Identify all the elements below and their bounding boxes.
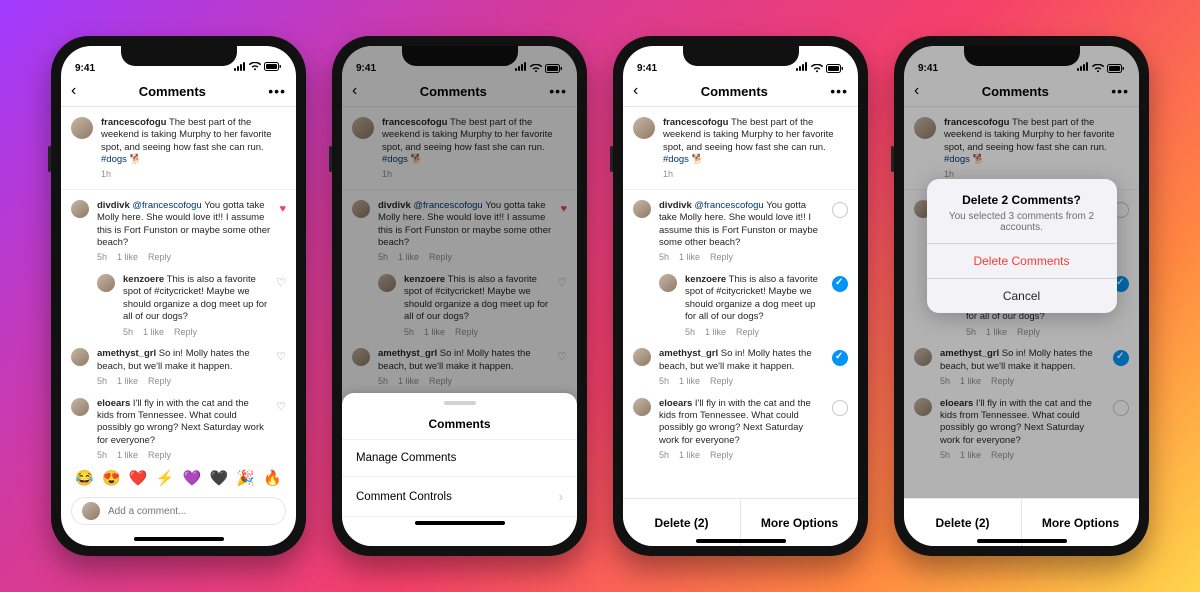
comment-row[interactable]: divdivk @francescofogu You gotta take Mo… [61,194,296,268]
avatar[interactable] [71,200,89,218]
emoji-button[interactable]: 🎉 [236,469,255,487]
post-author[interactable]: francescofogu [101,117,166,128]
navbar: ‹ Comments ••• [623,76,858,107]
home-indicator[interactable] [696,539,786,543]
comment-input[interactable] [108,506,275,517]
phone-frame-3: 9:41 ‹ Comments ••• francescofogu The be… [613,36,868,556]
emoji-button[interactable]: ⚡ [156,469,175,487]
action-sheet: Comments Manage Comments Comment Control… [342,393,577,546]
select-toggle[interactable] [832,400,848,416]
alert-cancel-button[interactable]: Cancel [927,278,1117,313]
like-icon[interactable]: ♡ [276,276,286,290]
screen-2: 9:41 ‹ Comments ••• francescofogu The be… [342,46,577,546]
more-options-button[interactable]: ••• [268,83,286,99]
phone-frame-4: 9:41 ‹ Comments ••• francescofogu The be… [894,36,1149,556]
notch [683,46,799,66]
signal-icon [234,62,246,74]
home-indicator[interactable] [134,537,224,541]
comment-author[interactable]: amethyst_grl [97,348,156,359]
mention[interactable]: @francescofogu [132,200,201,211]
delete-alert: Delete 2 Comments? You selected 3 commen… [927,179,1117,313]
phone-frame-1: 9:41 ‹ Comments ••• [51,36,306,556]
comment-author[interactable]: divdivk [97,200,130,211]
wifi-icon [249,62,261,74]
comment-row[interactable]: divdivk @francescofogu You gotta take Mo… [623,194,858,268]
comment-author[interactable]: kenzoere [123,274,164,285]
post-emoji: 🐕 [130,154,142,165]
screen-3: 9:41 ‹ Comments ••• francescofogu The be… [623,46,858,546]
phone-frame-2: 9:41 ‹ Comments ••• francescofogu The be… [332,36,587,556]
alert-title: Delete 2 Comments? [941,193,1103,207]
self-avatar[interactable] [82,502,100,520]
page-title: Comments [139,84,206,99]
comment-row[interactable]: eloears I'll fly in with the cat and the… [623,392,858,466]
emoji-button[interactable]: 😍 [102,469,121,487]
navbar: ‹ Comments ••• [61,76,296,107]
like-icon[interactable]: ♥ [279,202,286,216]
like-icon[interactable]: ♡ [276,400,286,414]
comment-row[interactable]: kenzoere This is also a favorite spot of… [61,268,296,342]
select-toggle[interactable] [832,350,848,366]
notch [121,46,237,66]
screen-4: 9:41 ‹ Comments ••• francescofogu The be… [904,46,1139,546]
comments-feed[interactable]: francescofogu The best part of the weeke… [61,107,296,463]
divider [61,189,296,190]
original-post: francescofogu The best part of the weeke… [61,111,296,185]
chevron-right-icon: › [559,489,563,504]
avatar[interactable] [97,274,115,292]
status-icons [234,62,282,74]
post-time: 1h [101,169,111,181]
battery-icon [264,62,282,74]
gradient-stage: 9:41 ‹ Comments ••• [0,0,1200,592]
back-button[interactable]: ‹ [633,82,638,100]
comment-author[interactable]: eloears [97,398,130,409]
select-toggle[interactable] [832,276,848,292]
sheet-title: Comments [342,413,577,440]
sheet-grabber[interactable] [444,401,476,405]
comment-controls-row[interactable]: Comment Controls› [342,477,577,517]
emoji-button[interactable]: 😂 [75,469,94,487]
alert-message: You selected 3 comments from 2 accounts. [941,211,1103,233]
screen-1: 9:41 ‹ Comments ••• [61,46,296,546]
comment-row[interactable]: amethyst_grl So in! Molly hates the beac… [61,342,296,391]
comments-feed-select[interactable]: francescofogu The best part of the weeke… [623,107,858,546]
more-options-button[interactable]: ••• [830,83,848,99]
emoji-button[interactable]: 🖤 [209,469,228,487]
hashtag[interactable]: #dogs [101,154,127,165]
emoji-button[interactable]: ❤️ [129,469,148,487]
avatar[interactable] [71,348,89,366]
comment-row[interactable]: kenzoere This is also a favorite spot of… [623,268,858,342]
avatar[interactable] [71,398,89,416]
select-toggle[interactable] [832,202,848,218]
home-indicator[interactable] [977,539,1067,543]
comment-row[interactable]: amethyst_grl So in! Molly hates the beac… [623,342,858,391]
comment-row[interactable]: eloears I'll fly in with the cat and the… [61,392,296,463]
comment-composer[interactable] [71,497,286,525]
emoji-button[interactable]: 💜 [183,469,202,487]
manage-comments-row[interactable]: Manage Comments [342,440,577,477]
avatar[interactable] [71,117,93,139]
status-time: 9:41 [75,63,95,74]
home-indicator[interactable] [415,521,505,525]
back-button[interactable]: ‹ [71,82,76,100]
alert-delete-button[interactable]: Delete Comments [927,243,1117,278]
emoji-quick-row: 😂 😍 ❤️ ⚡ 💜 🖤 🎉 🔥 [61,463,296,493]
like-icon[interactable]: ♡ [276,350,286,364]
emoji-button[interactable]: 🔥 [263,469,282,487]
